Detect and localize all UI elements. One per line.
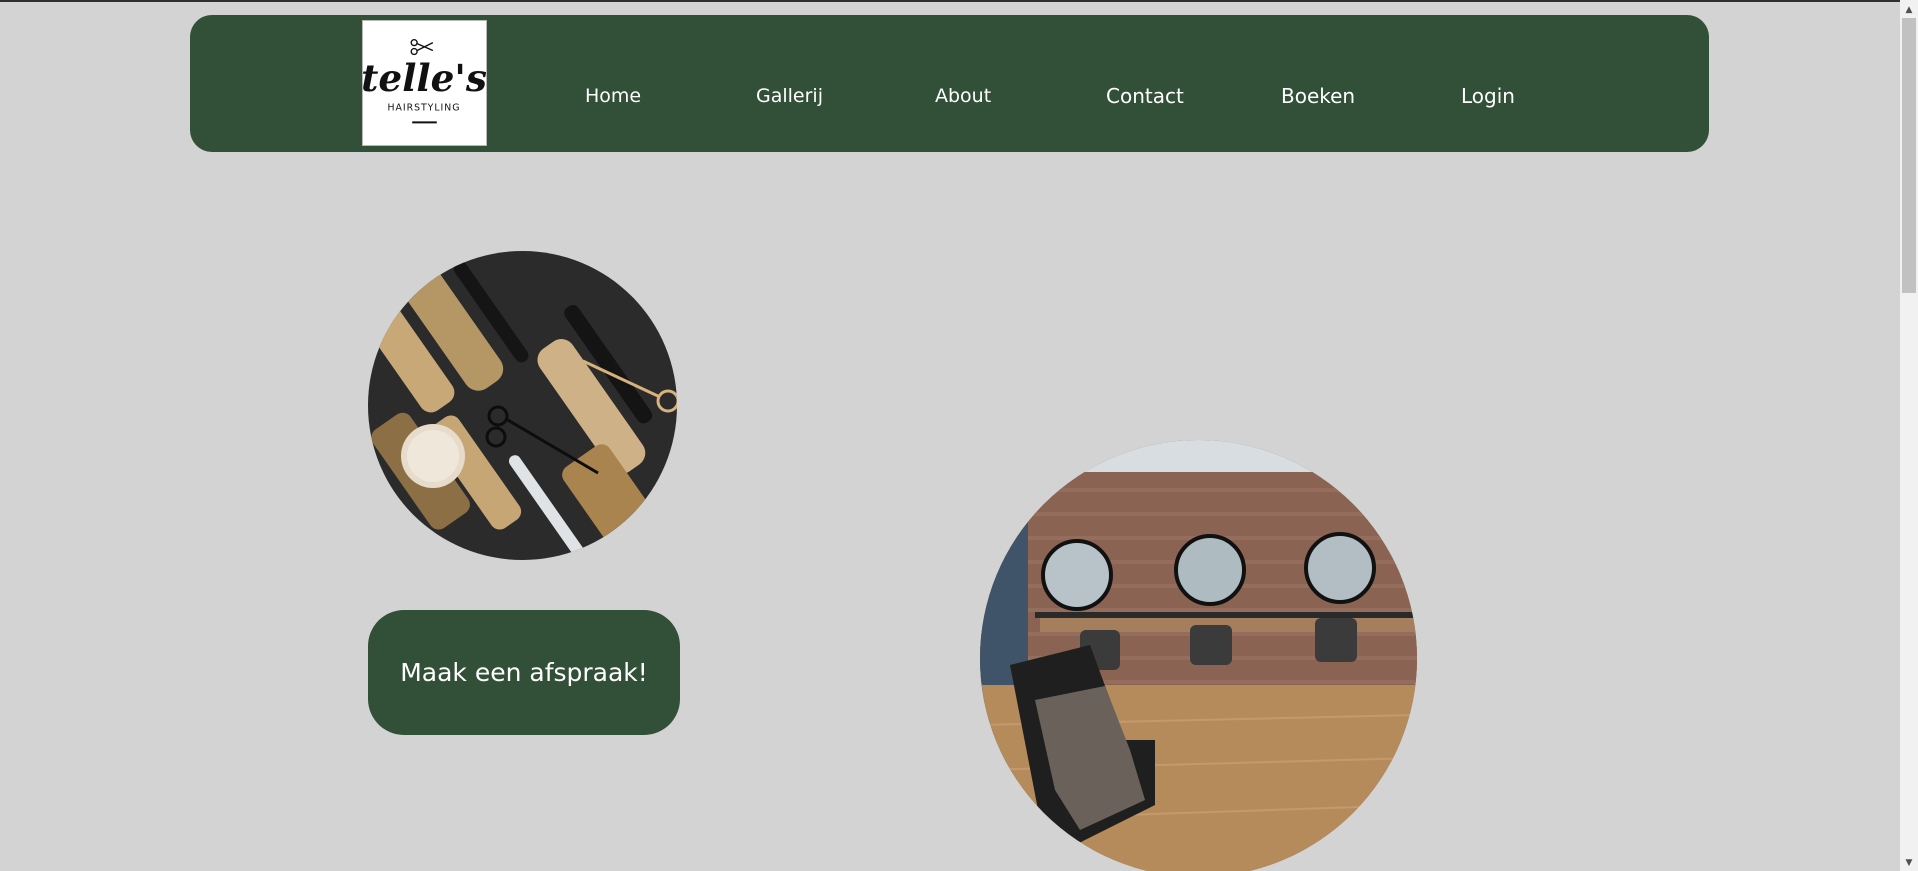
nav-login[interactable]: Login [1461,84,1515,108]
salon-interior-image [980,440,1417,871]
svg-text:telle's: telle's [363,56,486,100]
nav-gallerij[interactable]: Gallerij [756,84,823,108]
scroll-down-arrow-icon[interactable]: ▼ [1900,855,1918,871]
site-logo[interactable]: telle's HAIRSTYLING [362,20,487,146]
scissors-icon [410,39,434,56]
telles-logo-image: telle's HAIRSTYLING [363,39,486,124]
vertical-scrollbar[interactable]: ▲ ▼ [1900,0,1918,871]
scroll-thumb[interactable] [1902,18,1916,293]
nav-about[interactable]: About [935,84,991,108]
book-appointment-button[interactable]: Maak een afspraak! [368,610,680,735]
page: telle's HAIRSTYLING Home Gallerij About … [0,0,1918,871]
nav-home[interactable]: Home [585,84,641,108]
scroll-up-arrow-icon[interactable]: ▲ [1900,2,1918,18]
svg-text:HAIRSTYLING: HAIRSTYLING [388,103,461,114]
nav-contact[interactable]: Contact [1106,84,1184,108]
top-border [0,0,1900,2]
hair-tools-image [368,251,677,560]
nav-boeken[interactable]: Boeken [1281,84,1355,108]
